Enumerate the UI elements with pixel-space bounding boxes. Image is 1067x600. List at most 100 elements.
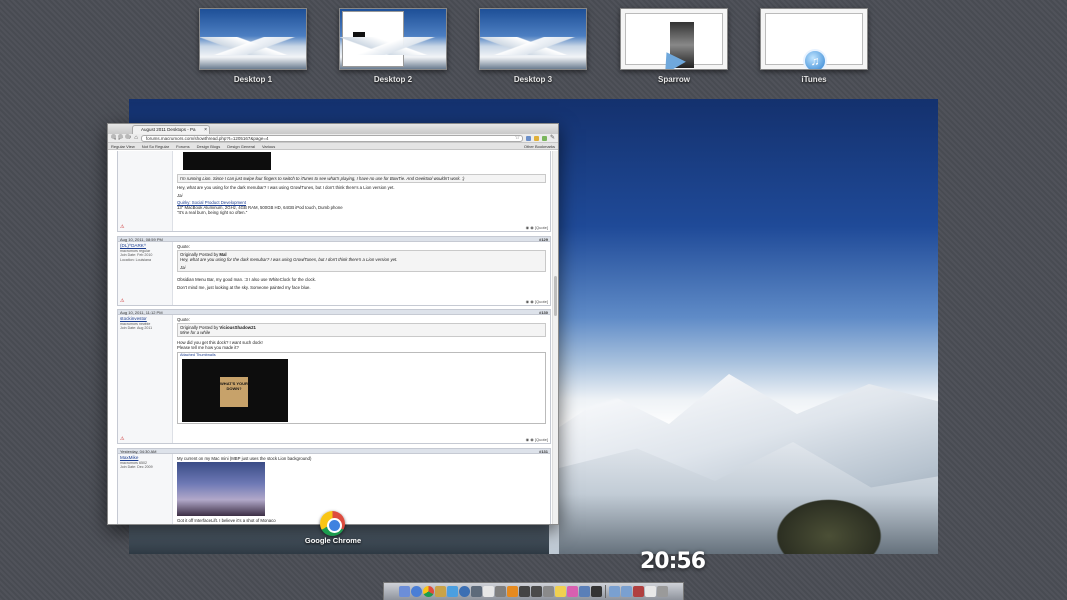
spaces-bar: Desktop 1 Desktop 2 Desktop 3 Sparrow ♫ … [0,0,1067,92]
post-body: Quote: Originally Posted by ViciousShado… [175,315,548,443]
post-text: Jai [177,193,183,198]
extension-icon[interactable] [533,135,539,141]
close-window-button[interactable] [111,134,116,139]
clock-time: 20:56 [640,549,706,574]
extension-icon[interactable] [541,135,547,141]
space-label: Desktop 3 [513,75,553,84]
poster-text: WHAT'S YOUR DOWN? [220,377,248,407]
trash-icon[interactable] [657,586,668,597]
window-controls [111,126,132,144]
user-meta: Location: Louisiana [120,257,151,262]
close-tab-icon[interactable]: × [204,126,207,134]
scrollbar[interactable] [552,151,558,524]
address-bar[interactable]: forums.macrumors.com/showthread.php?t=12… [140,134,523,142]
post-actions[interactable]: ◉ ◉ [Quote] [526,437,548,442]
document-icon[interactable] [645,586,656,597]
scrollbar-thumb[interactable] [554,276,557,316]
quote-block: Originally Posted by Mal Hey, what are y… [177,250,546,272]
post-image[interactable] [177,462,265,516]
space-desktop-1[interactable]: Desktop 1 [199,8,307,84]
post-user-panel: MaxMike macrumors 6502 Join Date: Dec 20… [118,454,173,524]
itunes-dock-icon[interactable] [459,586,470,597]
attachments-box: Attached Thumbnails WHAT'S YOUR DOWN? [177,352,546,424]
post-image[interactable] [183,152,271,170]
browser-tab[interactable]: August 2011 Desktops - Pa × [132,125,210,134]
post-actions[interactable]: ◉ ◉ [Quote] [526,225,548,230]
other-bookmarks[interactable]: Other Bookmarks [524,143,555,150]
safari-icon[interactable] [411,586,422,597]
dock [383,582,684,600]
google-chrome-icon[interactable] [320,511,345,536]
quote-block: Originally Posted by ViciousShadow21 Min… [177,323,546,337]
post-body: Quote: Originally Posted by Mal Hey, wha… [175,242,548,305]
user-meta: Join Date: Aug 2011 [120,326,153,331]
chrome-window[interactable]: August 2011 Desktops - Pa × ◀ ▶ ↻ ⌂ foru… [107,123,559,525]
browser-toolbar: ◀ ▶ ↻ ⌂ forums.macrumors.com/showthread.… [108,134,558,143]
twitter-icon[interactable] [447,586,458,597]
signature-text: "It's a real burn, being right so often.… [177,210,248,215]
post-text: My current on my Mac mini (MBP just uses… [177,456,312,461]
app-icon[interactable] [471,586,482,597]
url-text: forums.macrumors.com/showthread.php?t=12… [145,135,269,141]
bookmark-item[interactable]: Design Blogs [197,143,221,149]
folder-icon[interactable] [633,586,644,597]
app-icon[interactable] [519,586,530,597]
folder-icon[interactable] [609,586,620,597]
post-body: I'm running Lion. Since I can just swipe… [175,151,548,231]
app-icon[interactable] [543,586,554,597]
space-thumbnail [199,8,307,70]
forum-page: I'm running Lion. Since I can just swipe… [108,151,558,524]
notes-icon[interactable] [555,586,566,597]
dock-separator [605,585,606,598]
space-thumbnail [620,8,728,70]
zoom-window-button[interactable] [125,134,130,139]
bookmark-star-icon[interactable]: ☆ [515,136,520,141]
bookmark-item[interactable]: Not So Regular [142,143,169,149]
home-icon[interactable]: ⌂ [134,134,138,142]
space-desktop-3[interactable]: Desktop 3 [479,8,587,84]
post-text: Obsidian Menu Bar, my good man. :3 I als… [177,277,316,282]
quote-sig: Jai [180,265,186,270]
bookmark-item[interactable]: Various [262,143,275,149]
bookmark-item[interactable]: Design General [227,143,255,149]
tab-title: August 2011 Desktops - Pa [141,127,196,132]
report-icon[interactable]: ⚠ [120,298,124,304]
quote-text: I'm running Lion. Since I can just swipe… [180,176,465,181]
bookmark-item[interactable]: Regular View [111,143,135,149]
quote-label: Quote: [177,317,190,322]
space-desktop-2[interactable]: Desktop 2 [339,8,447,84]
forum-post: I'm running Lion. Since I can just swipe… [117,151,551,232]
post-user-panel [118,151,173,231]
report-icon[interactable]: ⚠ [120,224,124,230]
app-icon[interactable] [579,586,590,597]
rock-outcrop [769,494,889,554]
report-icon[interactable]: ⚠ [120,436,124,442]
space-sparrow[interactable]: Sparrow [620,8,728,84]
quote-text: Mine for a while [180,330,211,335]
app-icon[interactable] [531,586,542,597]
app-icon[interactable] [495,586,506,597]
finder-icon[interactable] [399,586,410,597]
extension-icon[interactable] [525,135,531,141]
title-bar[interactable]: August 2011 Desktops - Pa × [108,124,558,139]
space-thumbnail: ♫ [760,8,868,70]
post-text: Got it off InterfaceLift. I believe it's… [177,518,276,523]
vlc-icon[interactable] [507,586,518,597]
bookmark-item[interactable]: Forums [176,143,190,149]
quote-block: I'm running Lion. Since I can just swipe… [177,174,546,183]
wrench-icon[interactable]: ✎ [550,134,555,142]
app-icon[interactable] [591,586,602,597]
mail-icon[interactable] [435,586,446,597]
attachment-thumbnail[interactable]: WHAT'S YOUR DOWN? [182,359,288,422]
post-text: Don't mind me, just looking at the sky. … [177,285,311,290]
space-thumbnail [339,8,447,70]
space-itunes[interactable]: ♫ iTunes [760,8,868,84]
post-actions[interactable]: ◉ ◉ [Quote] [526,299,548,304]
app-icon[interactable] [483,586,494,597]
itunes-icon: ♫ [803,49,827,69]
mini-image [353,32,365,40]
folder-icon[interactable] [621,586,632,597]
app-icon[interactable] [567,586,578,597]
chrome-dock-icon[interactable] [423,586,434,597]
minimize-window-button[interactable] [118,134,123,139]
